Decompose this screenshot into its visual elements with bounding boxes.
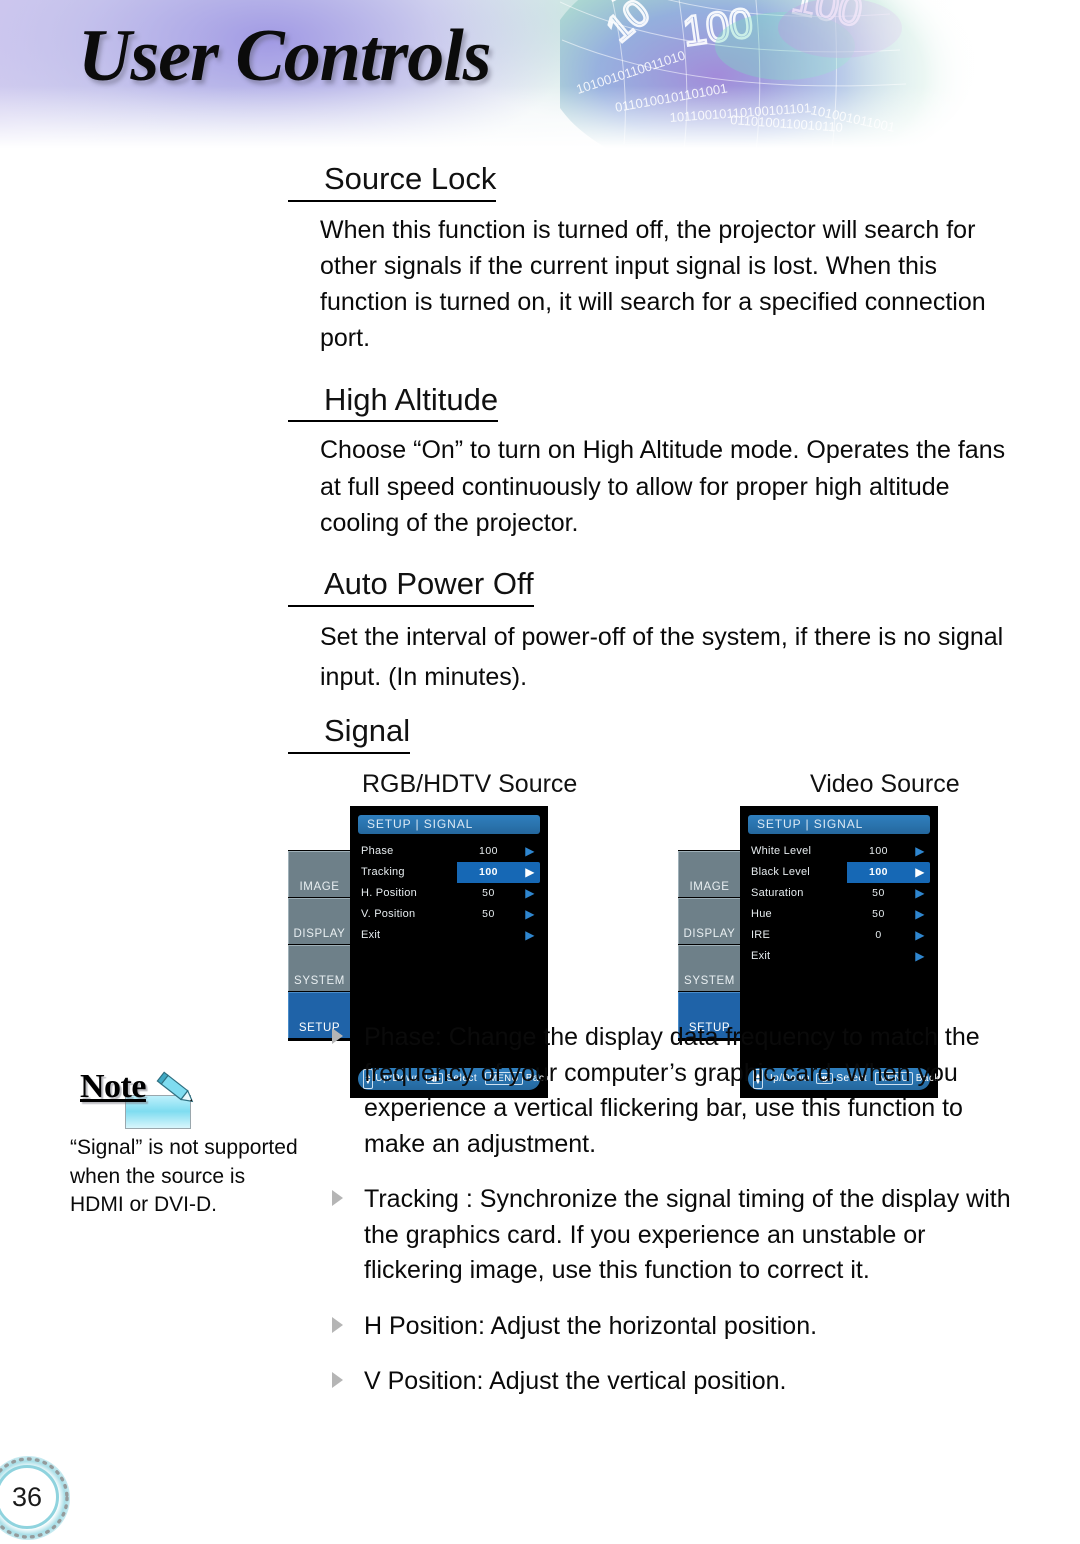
osd-row-black-level[interactable]: Black Level 100 ▶: [748, 861, 930, 883]
osd-tab-label: IMAGE: [299, 880, 340, 893]
list-item-text: Phase: Change the display data frequency…: [364, 1023, 980, 1158]
osd-tab-label: SYSTEM: [684, 974, 735, 987]
osd-tab-image[interactable]: IMAGE: [678, 850, 740, 897]
osd-tab-label: SYSTEM: [294, 974, 345, 987]
osd-row-exit[interactable]: Exit ▶: [358, 925, 540, 946]
chevron-right-icon[interactable]: ▶: [910, 950, 930, 962]
list-item: H Position: Adjust the horizontal positi…: [330, 1309, 1020, 1345]
osd-row-value: 50: [482, 887, 495, 900]
section-signal: Signal: [0, 713, 1080, 754]
osd-row-label: Black Level: [751, 866, 811, 879]
list-item: Phase: Change the display data frequency…: [330, 1020, 1020, 1162]
note-callout: Note “Signal” is not supported when the …: [70, 1068, 302, 1220]
osd-row-hue[interactable]: Hue 50 ▶: [748, 904, 930, 925]
section-source-lock: Source Lock When this function is turned…: [0, 161, 1080, 357]
osd-row-value: 50: [482, 908, 495, 921]
chevron-right-icon[interactable]: ▶: [910, 887, 930, 899]
section-body-text: When this function is turned off, the pr…: [320, 215, 986, 353]
osd-row-label: Exit: [361, 929, 381, 942]
osd-left-tab-strip: IMAGE DISPLAY SYSTEM SETUP: [288, 849, 352, 1041]
chevron-right-icon[interactable]: ▶: [910, 929, 930, 941]
osd-row-saturation[interactable]: Saturation 50 ▶: [748, 883, 930, 904]
chevron-right-icon[interactable]: ▶: [520, 887, 540, 899]
note-text: “Signal” is not supported when the sourc…: [70, 1136, 298, 1217]
osd-row-label: V. Position: [361, 908, 416, 921]
section-heading: Auto Power Off: [288, 566, 534, 607]
list-item: V Position: Adjust the vertical position…: [330, 1364, 1020, 1400]
list-item-text: V Position: Adjust the vertical position…: [364, 1367, 787, 1395]
list-item: Tracking : Synchronize the signal timing…: [330, 1182, 1020, 1289]
list-item-text: Tracking : Synchronize the signal timing…: [364, 1185, 1011, 1284]
chevron-right-icon[interactable]: ▶: [520, 929, 540, 941]
osd-tab-display[interactable]: DISPLAY: [678, 897, 740, 944]
section-high-altitude: High Altitude Choose “On” to turn on Hig…: [0, 382, 1080, 541]
osd-tab-label: DISPLAY: [293, 927, 346, 940]
osd-tab-label: IMAGE: [689, 880, 730, 893]
osd-row-label: Phase: [361, 845, 394, 858]
osd-row-label: Hue: [751, 908, 772, 921]
osd-row-label: Exit: [751, 950, 771, 963]
list-item-text: H Position: Adjust the horizontal positi…: [364, 1311, 818, 1340]
chevron-right-icon[interactable]: ▶: [520, 908, 540, 920]
osd-row-value: 50: [872, 908, 885, 921]
triangle-bullet-icon: [332, 1316, 343, 1333]
osd-row-label: White Level: [751, 845, 812, 858]
page-number-text: 36: [11, 1481, 43, 1512]
page-content: Source Lock When this function is turned…: [0, 148, 1080, 1122]
page-header-banner: 1001 0101 100 10 100 1010010110011010 01…: [0, 0, 1080, 148]
section-heading: Source Lock: [288, 161, 497, 202]
osd-left-source-label: RGB/HDTV Source: [362, 769, 578, 798]
osd-row-label: Tracking: [361, 866, 405, 879]
osd-row-value: 100: [868, 866, 889, 879]
section-heading: Signal: [288, 713, 411, 754]
section-body-text: Choose “On” to turn on High Altitude mod…: [320, 436, 1006, 537]
triangle-bullet-icon: [332, 1190, 343, 1206]
osd-tab-system[interactable]: SYSTEM: [678, 944, 740, 991]
osd-row-white-level[interactable]: White Level 100 ▶: [748, 841, 930, 862]
section-heading: High Altitude: [288, 382, 499, 423]
osd-row-value: 0: [875, 929, 882, 942]
osd-row-label: H. Position: [361, 887, 417, 900]
section-body: Choose “On” to turn on High Altitude mod…: [0, 432, 1080, 541]
osd-tab-display[interactable]: DISPLAY: [288, 897, 350, 944]
pencil-icon: [156, 1071, 194, 1103]
osd-row-v-position[interactable]: V. Position 50 ▶: [358, 904, 540, 925]
chevron-right-icon[interactable]: ▶: [520, 866, 540, 878]
chevron-right-icon[interactable]: ▶: [910, 845, 930, 857]
section-auto-power-off: Auto Power Off Set the interval of power…: [0, 566, 1080, 698]
chevron-right-icon[interactable]: ▶: [910, 908, 930, 920]
note-label-text: Note: [80, 1068, 146, 1105]
page-number-badge: 36: [0, 1452, 74, 1544]
osd-row-label: Saturation: [751, 887, 804, 900]
note-label: Note: [80, 1068, 146, 1106]
osd-row-tracking[interactable]: Tracking 100 ▶: [358, 861, 540, 883]
section-body: When this function is turned off, the pr…: [0, 212, 1080, 357]
signal-bullet-list: Phase: Change the display data frequency…: [330, 1020, 1020, 1400]
osd-row-value: 50: [872, 887, 885, 900]
osd-tab-label: DISPLAY: [683, 927, 736, 940]
triangle-bullet-icon: [332, 1028, 343, 1044]
osd-breadcrumb-title: SETUP | SIGNAL: [358, 814, 540, 834]
osd-row-ire[interactable]: IRE 0 ▶: [748, 925, 930, 946]
osd-right-source-label: Video Source: [810, 769, 960, 798]
osd-row-value: 100: [478, 845, 499, 858]
osd-right-tab-strip: IMAGE DISPLAY SYSTEM SETUP: [678, 849, 742, 1041]
osd-tab-system[interactable]: SYSTEM: [288, 944, 350, 991]
osd-breadcrumb-title: SETUP | SIGNAL: [748, 814, 930, 834]
section-body-text: Set the interval of power-off of the sys…: [320, 622, 1004, 692]
osd-tab-image[interactable]: IMAGE: [288, 850, 350, 897]
osd-row-exit[interactable]: Exit ▶: [748, 946, 930, 967]
page-title: User Controls: [78, 15, 492, 97]
osd-row-value: 100: [478, 866, 499, 879]
chevron-right-icon[interactable]: ▶: [910, 866, 930, 878]
chevron-right-icon[interactable]: ▶: [520, 845, 540, 857]
osd-row-value: 100: [868, 845, 889, 858]
triangle-bullet-icon: [332, 1372, 343, 1388]
osd-row-h-position[interactable]: H. Position 50 ▶: [358, 883, 540, 904]
osd-row-phase[interactable]: Phase 100 ▶: [358, 841, 540, 862]
section-body: Set the interval of power-off of the sys…: [0, 617, 1080, 698]
note-icon: Note: [70, 1068, 194, 1129]
osd-row-label: IRE: [751, 929, 771, 942]
